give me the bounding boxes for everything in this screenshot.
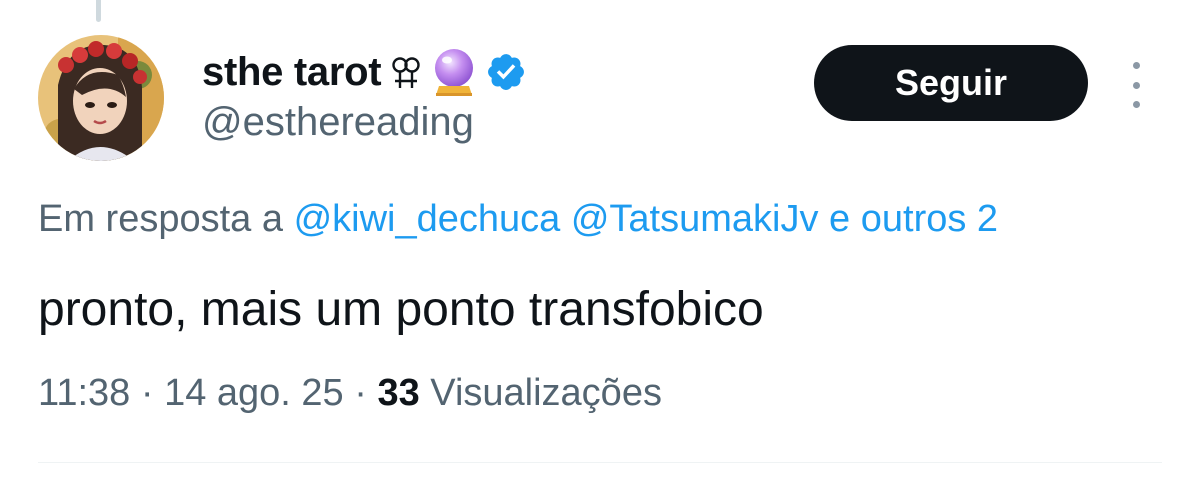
reply-prefix: Em resposta a	[38, 198, 283, 240]
views-label: Visualizações	[430, 372, 662, 414]
tweet-text: pronto, mais um ponto transfobico	[38, 283, 764, 336]
more-dot	[1132, 62, 1140, 69]
tweet-meta: 11:38 · 14 ago. 25 · 33 Visualizações	[38, 372, 662, 415]
tweet-detail: sthe tarot @esthereading Seguir Em respo…	[0, 0, 1200, 491]
tweet-date[interactable]: 14 ago. 25	[164, 372, 344, 414]
author-name-row[interactable]: sthe tarot	[202, 44, 527, 100]
more-dot	[1132, 101, 1140, 108]
mention-link[interactable]: @kiwi_dechuca	[294, 198, 561, 240]
author-handle[interactable]: @esthereading	[202, 100, 474, 145]
others-link[interactable]: e outros 2	[829, 198, 998, 240]
follow-button[interactable]: Seguir	[814, 45, 1088, 121]
reply-context: Em resposta a @kiwi_dechuca @TatsumakiJv…	[38, 198, 1200, 241]
views-count: 33	[377, 372, 420, 414]
author-display-name[interactable]: sthe tarot	[202, 50, 382, 95]
tweet-time[interactable]: 11:38	[38, 372, 130, 414]
avatar[interactable]	[38, 35, 164, 161]
thread-connector-line	[96, 0, 101, 22]
mention-link[interactable]: @TatsumakiJv	[571, 198, 819, 240]
divider	[38, 462, 1162, 463]
more-vertical-icon[interactable]	[1120, 62, 1152, 108]
meta-separator: ·	[140, 372, 154, 414]
more-dot	[1132, 81, 1140, 89]
meta-separator: ·	[354, 372, 367, 414]
sapphic-symbol-icon	[391, 52, 421, 92]
verified-badge-icon[interactable]	[485, 51, 527, 93]
crystal-ball-icon	[431, 46, 477, 98]
